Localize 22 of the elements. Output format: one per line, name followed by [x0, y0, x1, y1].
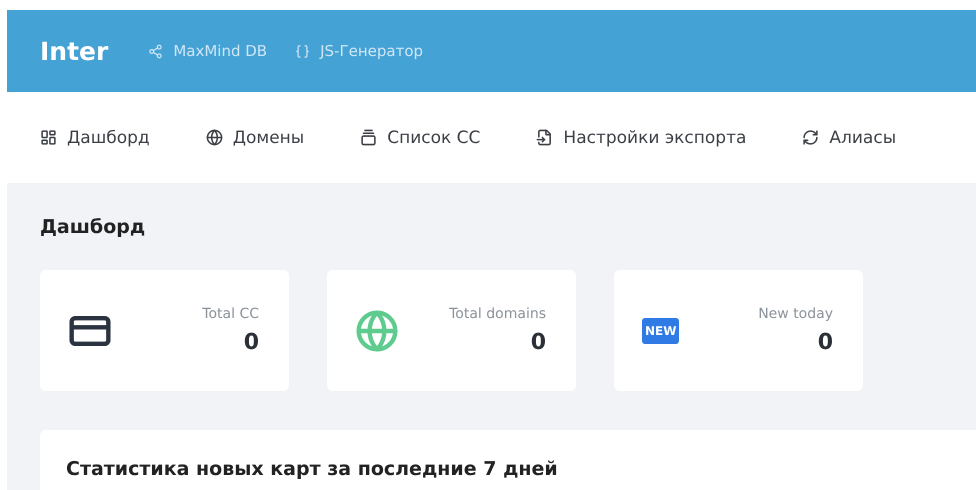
globe-icon — [206, 129, 223, 146]
panel-title: Статистика новых карт за последние 7 дней — [66, 458, 559, 480]
braces-icon — [295, 44, 310, 58]
dashboard-icon — [40, 129, 57, 146]
stat-label: New today — [758, 306, 833, 322]
stat-value: 0 — [530, 330, 546, 355]
page-title: Дашборд — [40, 216, 146, 238]
stack-icon — [360, 129, 378, 146]
nav-item[interactable]: Алиасы — [802, 128, 896, 148]
stat-value: 0 — [818, 330, 833, 355]
nav-item[interactable]: Дашборд — [40, 128, 150, 148]
new-badge: NEW — [642, 318, 680, 344]
nodes-icon — [148, 44, 164, 58]
file-icon — [536, 129, 554, 146]
sync-icon — [802, 129, 820, 146]
stat-label: Total CC — [202, 306, 259, 322]
stat-label: Total domains — [449, 306, 546, 322]
nav-item[interactable]: Домены — [206, 128, 304, 148]
globe-icon — [355, 308, 399, 352]
nav-item[interactable]: Настройки экспорта — [536, 128, 746, 148]
stat-value: 0 — [244, 330, 259, 355]
nav-item[interactable]: Список CC — [360, 128, 480, 148]
